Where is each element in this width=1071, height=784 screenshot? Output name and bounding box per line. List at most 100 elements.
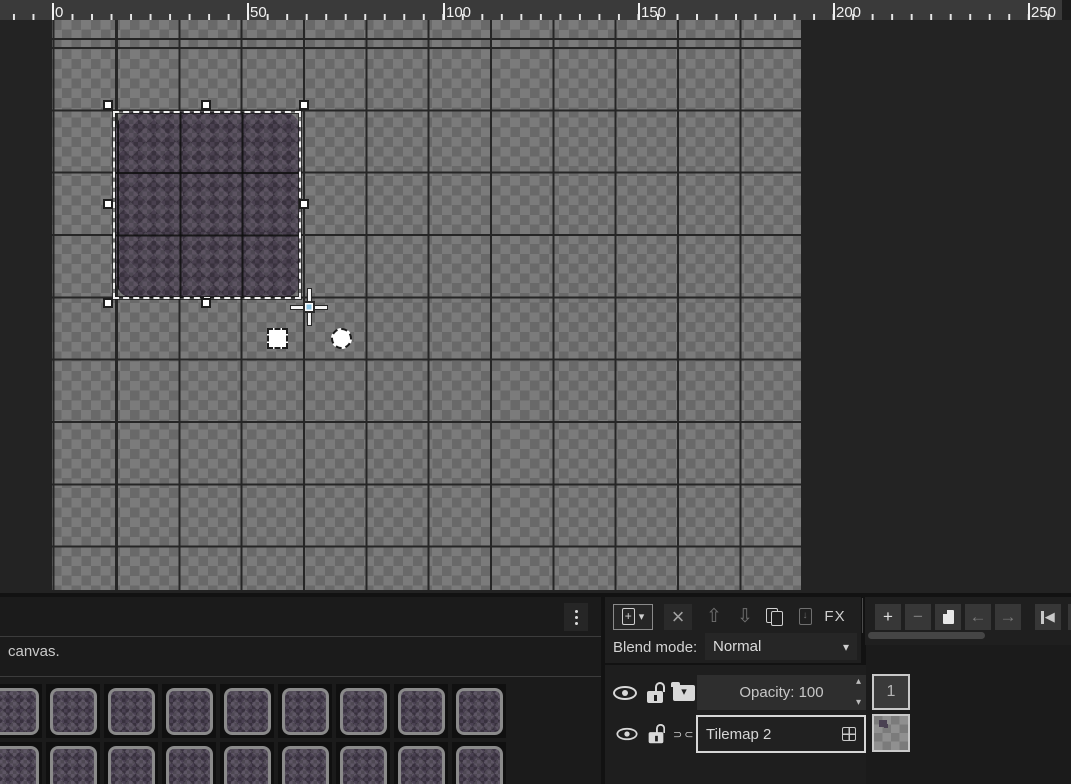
divider [0, 676, 601, 677]
tileset-tile[interactable] [452, 742, 506, 784]
blend-mode-value: Normal [713, 638, 761, 655]
lock-icon[interactable] [645, 681, 665, 705]
selection-handle[interactable] [103, 100, 113, 110]
tileset-tile[interactable] [0, 684, 42, 738]
frame-tools-panel: + − ← → ◀ [865, 597, 1071, 645]
canvas[interactable] [52, 20, 801, 590]
tile-image [166, 688, 213, 735]
add-frame-button[interactable]: + [875, 604, 901, 630]
move-layer-up-button[interactable]: ⇧ [700, 604, 728, 630]
spin-down-icon: ▾ [856, 698, 861, 708]
new-layer-icon: + [622, 608, 635, 625]
ruler-tick-label: 150 [641, 4, 666, 21]
tileset-tile[interactable] [162, 742, 216, 784]
selection-handle[interactable] [103, 298, 113, 308]
selection-handle[interactable] [201, 100, 211, 110]
layer-visibility-eye-icon[interactable] [616, 728, 637, 740]
tile-image [166, 746, 213, 784]
delete-layer-button[interactable]: × [664, 604, 692, 630]
tile-image [224, 688, 271, 735]
timeline-scrollbar[interactable] [868, 632, 985, 639]
blend-mode-dropdown[interactable]: Normal ▾ [705, 633, 857, 660]
panel-divider [862, 598, 863, 633]
tileset-tile[interactable] [162, 684, 216, 738]
ruler-tick: 150 [638, 3, 640, 20]
selection-handle[interactable] [201, 298, 211, 308]
cel-thumbnail[interactable] [872, 714, 910, 752]
minus-icon: − [913, 607, 923, 627]
link-cels-icon[interactable]: ⊃⊂ [673, 728, 695, 741]
delete-icon: × [672, 604, 685, 630]
move-layer-down-button[interactable]: ⇩ [731, 604, 759, 630]
ruler-tick: 250 [1028, 3, 1030, 20]
tile-image [456, 746, 503, 784]
tileset-tile[interactable] [336, 684, 390, 738]
scale-gizmo[interactable] [267, 328, 288, 349]
frame-1-button[interactable]: 1 [872, 674, 910, 710]
arrow-left-icon: ← [970, 607, 987, 627]
tile-image [398, 746, 445, 784]
ruler-tick-label: 250 [1031, 4, 1056, 21]
fx-icon: FX [824, 608, 845, 625]
plus-icon: + [883, 607, 893, 627]
ruler-tick: 100 [443, 3, 445, 20]
tile-image [398, 688, 445, 735]
selection-handle[interactable] [299, 199, 309, 209]
spin-up-icon: ▴ [856, 677, 861, 687]
tile-image [0, 746, 39, 784]
layer-lock-icon[interactable] [647, 723, 665, 745]
ruler-tick-label: 200 [836, 4, 861, 21]
layer-name-field[interactable]: Tilemap 2 [696, 715, 866, 753]
tileset-tile[interactable] [452, 684, 506, 738]
tileset-tile[interactable] [104, 684, 158, 738]
tile-image [50, 746, 97, 784]
spinner-arrows[interactable]: ▴ ▾ [856, 677, 861, 708]
expand-groups-icon[interactable]: ▾ [673, 685, 695, 701]
chevron-down-icon: ▾ [639, 610, 645, 623]
clone-frame-button[interactable] [935, 604, 961, 630]
tile-image [340, 688, 387, 735]
tileset-menu-button[interactable] [564, 603, 588, 631]
tileset-tile[interactable] [278, 684, 332, 738]
copy-frame-icon [943, 610, 954, 624]
tile-image [108, 688, 155, 735]
selection-marquee [113, 111, 301, 299]
toggle-all-visibility-eye-icon[interactable] [613, 686, 637, 700]
tileset-tile[interactable] [46, 684, 100, 738]
move-frame-left-button[interactable]: ← [965, 604, 991, 630]
ruler-corner [1062, 0, 1071, 20]
move-frame-right-button[interactable]: → [995, 604, 1021, 630]
frame-number: 1 [887, 683, 896, 701]
horizontal-ruler[interactable]: 050100150200250 [0, 0, 1071, 20]
opacity-spinbox[interactable]: Opacity: 100 ▴ ▾ [697, 675, 866, 710]
tileset-tile[interactable] [220, 742, 274, 784]
tileset-tile[interactable] [336, 742, 390, 784]
rotate-gizmo[interactable] [331, 328, 352, 349]
tile-image [50, 688, 97, 735]
tileset-tile[interactable] [394, 742, 448, 784]
tilemap-layer-icon [842, 727, 856, 741]
layer-name: Tilemap 2 [706, 726, 771, 743]
divider [0, 636, 601, 637]
remove-frame-button[interactable]: − [905, 604, 931, 630]
go-to-first-frame-button[interactable]: ◀ [1035, 604, 1061, 630]
selection-handle[interactable] [299, 100, 309, 110]
layer-fx-button[interactable]: FX [821, 604, 849, 630]
ruler-tick: 50 [247, 3, 249, 20]
merge-down-icon: ↓ [799, 608, 812, 625]
layer-tools-panel: + ▾ × ⇧ ⇩ ↓ FX Blend mode: Normal ▾ [605, 597, 861, 663]
tile-image [282, 746, 329, 784]
tileset-tile[interactable] [394, 684, 448, 738]
tile-image [0, 688, 39, 735]
tileset-tile[interactable] [104, 742, 158, 784]
tileset-tile[interactable] [220, 684, 274, 738]
merge-down-button[interactable]: ↓ [791, 604, 819, 630]
pivot-square[interactable] [303, 301, 315, 313]
skip-to-start-icon: ◀ [1041, 609, 1055, 625]
tileset-tile[interactable] [46, 742, 100, 784]
add-layer-button[interactable]: + ▾ [613, 604, 653, 630]
selection-handle[interactable] [103, 199, 113, 209]
tileset-tile[interactable] [278, 742, 332, 784]
clone-layer-button[interactable] [761, 604, 789, 630]
tileset-tile[interactable] [0, 742, 42, 784]
